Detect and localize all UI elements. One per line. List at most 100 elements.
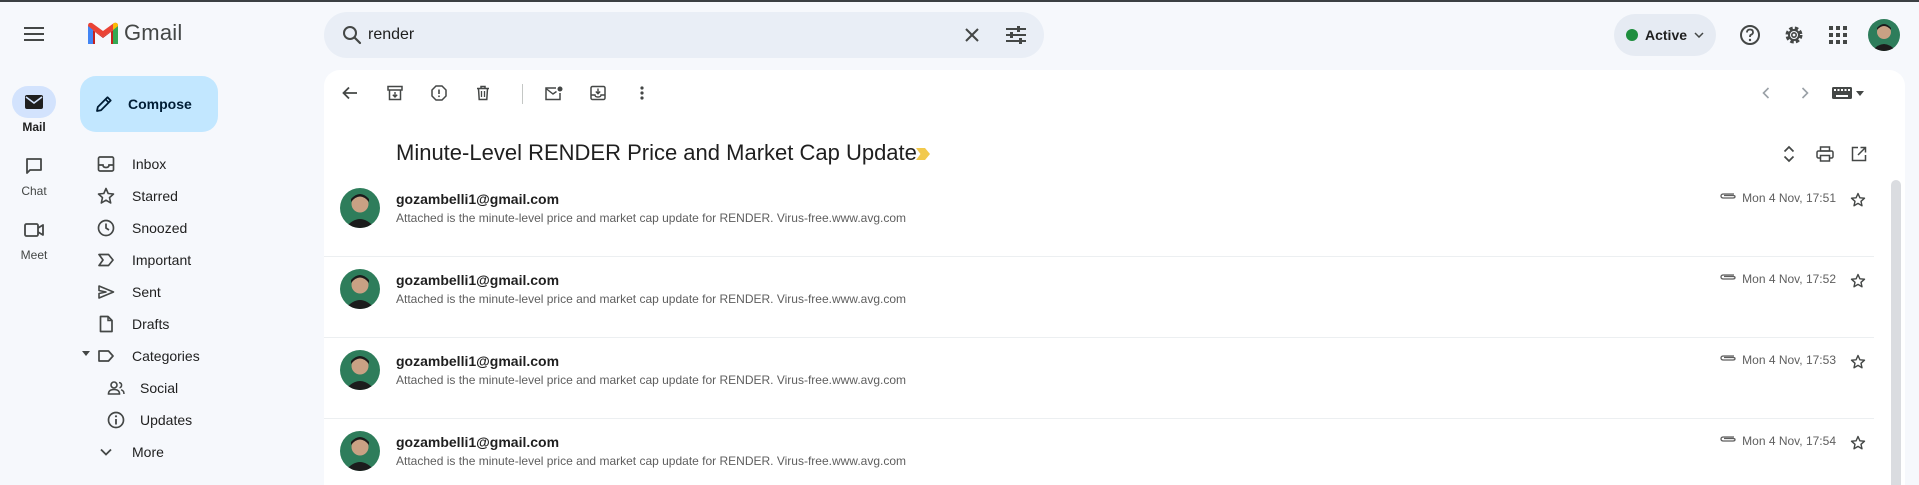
- mail-icon: [25, 95, 43, 109]
- message-item[interactable]: gozambelli1@gmail.com Attached is the mi…: [324, 338, 1874, 419]
- message-date: Mon 4 Nov, 17:54: [1742, 434, 1836, 448]
- message-snippet: Attached is the minute-level price and m…: [396, 454, 906, 468]
- important-label-icon: [98, 253, 114, 267]
- search-icon: [343, 26, 362, 45]
- gear-icon: [1785, 26, 1803, 44]
- sender-avatar[interactable]: [340, 431, 380, 471]
- toolbar-divider: [522, 84, 523, 104]
- sidebar-label-more: More: [132, 444, 164, 460]
- more-actions-button[interactable]: [624, 75, 660, 111]
- search-options-button[interactable]: [996, 15, 1036, 55]
- attachment-icon: [1720, 274, 1736, 280]
- older-conversation-button[interactable]: [1787, 75, 1823, 111]
- sender-avatar[interactable]: [340, 269, 380, 309]
- message-item[interactable]: gozambelli1@gmail.com Attached is the mi…: [324, 176, 1874, 257]
- message-snippet: Attached is the minute-level price and m…: [396, 292, 906, 306]
- archive-button[interactable]: [377, 75, 413, 111]
- compose-label: Compose: [128, 96, 192, 112]
- rail-item-meet[interactable]: Meet: [10, 214, 58, 262]
- expand-all-button[interactable]: [1773, 138, 1805, 170]
- sender-avatar[interactable]: [340, 188, 380, 228]
- conversation-scrollbar[interactable]: [1891, 180, 1901, 485]
- sidebar-item-sent[interactable]: Sent: [68, 276, 324, 308]
- message-item[interactable]: gozambelli1@gmail.com Attached is the mi…: [324, 257, 1874, 338]
- keyboard-icon: [1832, 87, 1852, 99]
- google-apps-button[interactable]: [1818, 15, 1858, 55]
- star-button[interactable]: [1842, 427, 1874, 459]
- open-in-new-window-button[interactable]: [1843, 138, 1875, 170]
- sender-avatar[interactable]: [340, 350, 380, 390]
- chevron-right-icon: [1801, 87, 1809, 99]
- chat-icon: [26, 158, 42, 174]
- help-icon: [1740, 25, 1760, 45]
- back-to-search-button[interactable]: [332, 75, 368, 111]
- search-input[interactable]: [368, 12, 928, 58]
- sidebar-item-starred[interactable]: Starred: [68, 180, 324, 212]
- inbox-icon: [97, 156, 115, 172]
- pencil-icon: [96, 96, 112, 112]
- account-avatar[interactable]: [1868, 19, 1900, 51]
- sidebar-label-drafts: Drafts: [132, 316, 170, 332]
- star-button[interactable]: [1842, 265, 1874, 297]
- status-selector[interactable]: Active: [1614, 14, 1716, 56]
- attachment-icon: [1720, 436, 1736, 442]
- rail-pill-meet: [12, 214, 56, 246]
- user-photo-icon: [340, 431, 380, 471]
- input-tools-button[interactable]: [1828, 75, 1868, 111]
- gmail-logo[interactable]: Gmail: [88, 20, 182, 46]
- sidebar-item-social[interactable]: Social: [68, 372, 324, 404]
- message-date: Mon 4 Nov, 17:53: [1742, 353, 1836, 367]
- chevron-down-icon: [100, 448, 112, 456]
- rail-item-chat[interactable]: Chat: [10, 150, 58, 198]
- send-icon: [98, 285, 115, 299]
- sidebar-item-important[interactable]: Important: [68, 244, 324, 276]
- star-button[interactable]: [1842, 346, 1874, 378]
- message-item[interactable]: gozambelli1@gmail.com Attached is the mi…: [324, 419, 1874, 485]
- star-icon: [97, 187, 115, 204]
- rail-label-chat: Chat: [21, 184, 47, 198]
- print-all-button[interactable]: [1809, 138, 1841, 170]
- sidebar-item-snoozed[interactable]: Snoozed: [68, 212, 324, 244]
- support-button[interactable]: [1730, 15, 1770, 55]
- sidebar-label-updates: Updates: [140, 412, 193, 428]
- clear-search-button[interactable]: [952, 15, 992, 55]
- caret-down-icon: [1856, 90, 1864, 96]
- sidebar-label-categories: Categories: [132, 348, 200, 364]
- sidebar-item-more[interactable]: More: [68, 436, 324, 468]
- sidebar-item-updates[interactable]: Updates: [68, 404, 324, 436]
- sidebar-label-starred: Starred: [132, 188, 178, 204]
- report-spam-button[interactable]: [421, 75, 457, 111]
- sidebar-item-categories[interactable]: Categories: [68, 340, 324, 372]
- star-outline-icon: [1850, 273, 1866, 288]
- star-button[interactable]: [1842, 184, 1874, 216]
- search-button[interactable]: [332, 15, 372, 55]
- thread-subject: Minute-Level RENDER Price and Market Cap…: [396, 140, 917, 165]
- apps-grid-icon: [1829, 26, 1847, 44]
- settings-button[interactable]: [1774, 15, 1814, 55]
- move-to-button[interactable]: [580, 75, 616, 111]
- move-to-inbox-icon: [590, 85, 606, 101]
- attachment-icon: [1720, 355, 1736, 361]
- star-outline-icon: [1850, 192, 1866, 207]
- info-icon: [107, 411, 125, 429]
- compose-button[interactable]: Compose: [80, 76, 218, 132]
- important-marker-icon[interactable]: [916, 148, 930, 160]
- sidebar-item-drafts[interactable]: Drafts: [68, 308, 324, 340]
- draft-file-icon: [99, 315, 113, 333]
- spam-icon: [431, 85, 447, 101]
- sidebar-label-snoozed: Snoozed: [132, 220, 188, 236]
- newer-conversation-button[interactable]: [1748, 75, 1784, 111]
- delete-button[interactable]: [465, 75, 501, 111]
- arrow-left-icon: [342, 86, 357, 100]
- chevron-left-icon: [1762, 87, 1770, 99]
- main-menu-button[interactable]: [14, 14, 54, 54]
- user-photo-icon: [340, 269, 380, 309]
- sender-email: gozambelli1@gmail.com: [396, 353, 560, 369]
- rail-item-mail[interactable]: Mail: [10, 86, 58, 134]
- attachment-icon: [1720, 193, 1736, 199]
- mark-as-unread-button[interactable]: [536, 75, 572, 111]
- search-bar: [324, 12, 1044, 58]
- clock-icon: [97, 219, 115, 237]
- tune-icon: [1006, 26, 1026, 44]
- sidebar-item-inbox[interactable]: Inbox: [68, 148, 324, 180]
